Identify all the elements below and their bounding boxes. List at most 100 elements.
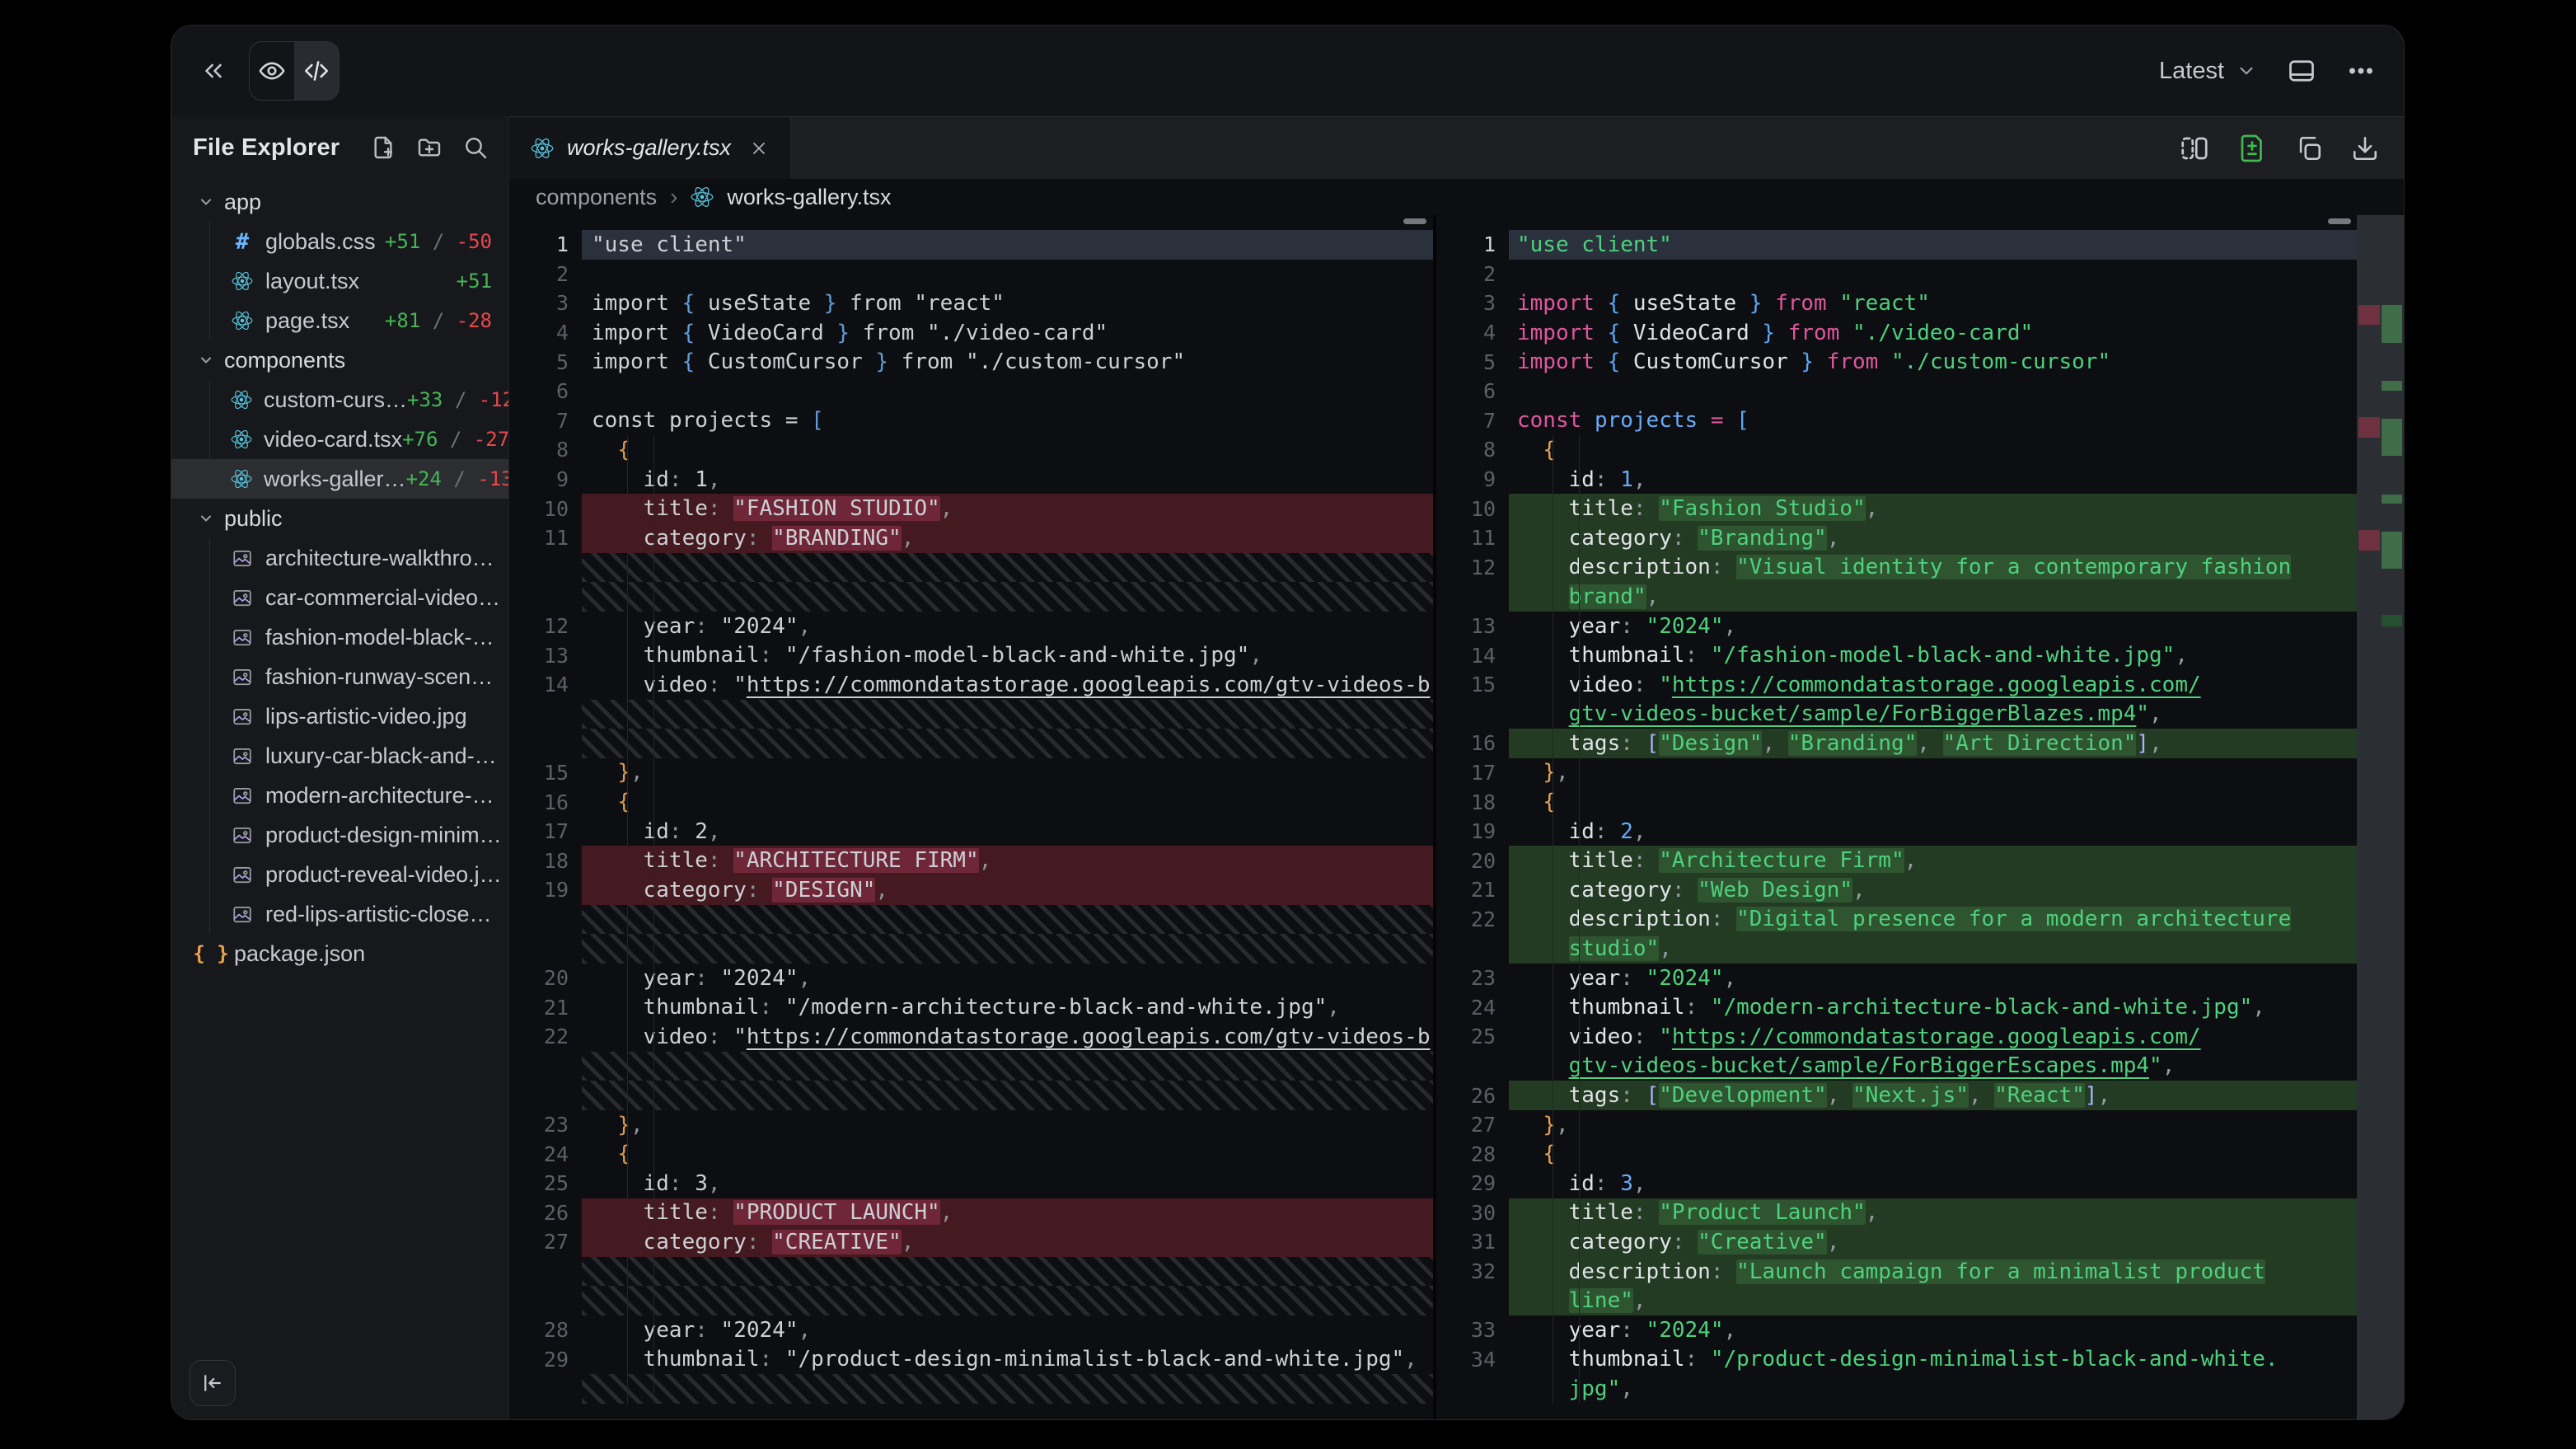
line-number: 13 <box>1436 614 1509 638</box>
file-name: architecture-walkthro… <box>265 546 494 571</box>
diff-pane-modified[interactable]: 1"use client"23import { useState } from … <box>1436 215 2358 1419</box>
code-line: 13 year: "2024", <box>1436 612 2358 641</box>
breadcrumb-file[interactable]: works-gallery.tsx <box>727 185 891 210</box>
line-number: 11 <box>1436 526 1509 550</box>
tree-file-fashion-model-black-[interactable]: fashion-model-black-… <box>171 617 508 657</box>
code-line: 1"use client" <box>1436 230 2358 260</box>
diff-filler <box>582 582 1433 612</box>
code-line: 19 category: "DESIGN", <box>509 875 1433 905</box>
minimap-addition-mark <box>2382 495 2402 504</box>
scrollbar-thumb[interactable] <box>2328 218 2351 224</box>
code-line: 6 <box>509 377 1433 406</box>
version-dropdown[interactable]: Latest <box>2159 58 2257 85</box>
tree-file-video-card.tsx[interactable]: video-card.tsx+76 / -27 <box>171 420 508 459</box>
tree-file-red-lips-artistic-close-[interactable]: red-lips-artistic-close… <box>171 894 508 934</box>
download-icon <box>2351 134 2379 162</box>
tree-file-luxury-car-black-and-[interactable]: luxury-car-black-and-… <box>171 736 508 776</box>
code-line: 6 <box>1436 377 2358 406</box>
line-number: 28 <box>1436 1142 1509 1166</box>
collapse-sidebar-button[interactable] <box>190 1360 236 1406</box>
line-number: 29 <box>1436 1171 1509 1195</box>
diff-stats: +81 / -28 <box>385 309 508 332</box>
code-line: 16 { <box>509 787 1433 817</box>
diff-minimap[interactable] <box>2357 215 2404 1419</box>
tree-file-product-reveal-video.j-[interactable]: product-reveal-video.j… <box>171 855 508 894</box>
copy-file-button[interactable] <box>2295 134 2323 162</box>
tree-file-modern-architecture-[interactable]: modern-architecture-… <box>171 776 508 815</box>
tree-file-package.json[interactable]: { }package.json <box>171 934 508 973</box>
code-line: 2 <box>1436 260 2358 289</box>
line-number: 18 <box>1436 790 1509 814</box>
new-folder-icon <box>416 134 443 161</box>
tree-file-product-design-minim-[interactable]: product-design-minim… <box>171 815 508 855</box>
react-icon <box>231 468 252 490</box>
code-line: 14 video: "https://commondatastorage.goo… <box>509 670 1433 700</box>
tree-file-page.tsx[interactable]: page.tsx+81 / -28 <box>171 301 508 340</box>
code-toggle-button[interactable] <box>294 42 339 100</box>
code-line: 7const projects = [ <box>1436 406 2358 436</box>
react-icon <box>231 389 252 410</box>
tab-strip: works-gallery.tsx <box>509 116 2404 179</box>
line-number: 14 <box>1436 644 1509 668</box>
tree-file-fashion-runway-scen-[interactable]: fashion-runway-scen… <box>171 657 508 696</box>
diff-view: 1"use client"23import { useState } from … <box>509 215 2404 1419</box>
line-number: 23 <box>1436 966 1509 990</box>
chevrons-left-button[interactable] <box>199 57 227 85</box>
tree-file-works-galler-[interactable]: works-galler…+24 / -13 <box>171 459 508 499</box>
code-line: 17 id: 2, <box>509 817 1433 846</box>
collapse-left-icon <box>200 1371 225 1395</box>
download-button[interactable] <box>2351 134 2379 162</box>
tree-file-globals.css[interactable]: #globals.css+51 / -50 <box>171 222 508 261</box>
code-line: 30 title: "Product Launch", <box>1436 1198 2358 1228</box>
search-button[interactable] <box>462 134 489 161</box>
file-name: lips-artistic-video.jpg <box>265 704 467 729</box>
tree-file-custom-curs-[interactable]: custom-curs…+33 / -12 <box>171 380 508 420</box>
diff-pane-original[interactable]: 1"use client"23import { useState } from … <box>509 215 1433 1419</box>
code-line: 12 year: "2024", <box>509 612 1433 641</box>
more-options-button[interactable] <box>2346 56 2376 86</box>
code-line: 15 }, <box>509 758 1433 788</box>
code-line: 33 year: "2024", <box>1436 1315 2358 1345</box>
line-number: 24 <box>509 1142 582 1166</box>
code-line: 8 { <box>509 435 1433 465</box>
tree-file-layout.tsx[interactable]: layout.tsx+51 <box>171 261 508 301</box>
preview-toggle-button[interactable] <box>250 42 294 100</box>
image-file-icon <box>232 547 253 569</box>
diff-stats: +51 <box>457 270 508 293</box>
scrollbar-thumb[interactable] <box>1403 218 1426 224</box>
line-number: 9 <box>509 467 582 491</box>
tree-file-car-commercial-video-[interactable]: car-commercial-video… <box>171 578 508 617</box>
tree-indent-guide <box>209 855 210 894</box>
tree-file-architecture-walkthro-[interactable]: architecture-walkthro… <box>171 538 508 578</box>
breadcrumb-folder[interactable]: components <box>536 185 657 210</box>
line-number: 28 <box>509 1318 582 1342</box>
line-number: 19 <box>509 878 582 902</box>
minimap-addition-mark <box>2382 381 2402 391</box>
line-number: 27 <box>1436 1113 1509 1137</box>
code-line <box>509 1257 1433 1287</box>
tree-file-lips-artistic-video.jpg[interactable]: lips-artistic-video.jpg <box>171 696 508 736</box>
tree-folder-app[interactable]: app <box>171 182 508 222</box>
code-line <box>509 553 1433 583</box>
tree-folder-public[interactable]: public <box>171 499 508 538</box>
tab-works-gallery[interactable]: works-gallery.tsx <box>509 117 791 179</box>
code-line <box>509 582 1433 612</box>
image-file-icon <box>232 666 253 687</box>
layout-panel-button[interactable] <box>2287 56 2316 86</box>
line-number: 7 <box>509 409 582 433</box>
code-line: 9 id: 1, <box>509 465 1433 495</box>
code-line: 29 id: 3, <box>1436 1169 2358 1198</box>
new-folder-button[interactable] <box>416 134 443 161</box>
react-icon <box>531 137 554 160</box>
close-tab-icon[interactable] <box>749 138 769 158</box>
code-line: jpg", <box>1436 1374 2358 1404</box>
new-file-button[interactable] <box>370 134 396 161</box>
split-view-button[interactable] <box>2180 134 2209 163</box>
tree-folder-components[interactable]: components <box>171 340 508 380</box>
diff-view-button[interactable] <box>2237 134 2267 163</box>
tree-indent-guide <box>209 657 210 696</box>
code-line: 13 thumbnail: "/fashion-model-black-and-… <box>509 640 1433 670</box>
code-line: 12 description: "Visual identity for a c… <box>1436 553 2358 583</box>
line-number: 7 <box>1436 409 1509 433</box>
tree-indent-guide <box>209 894 210 934</box>
